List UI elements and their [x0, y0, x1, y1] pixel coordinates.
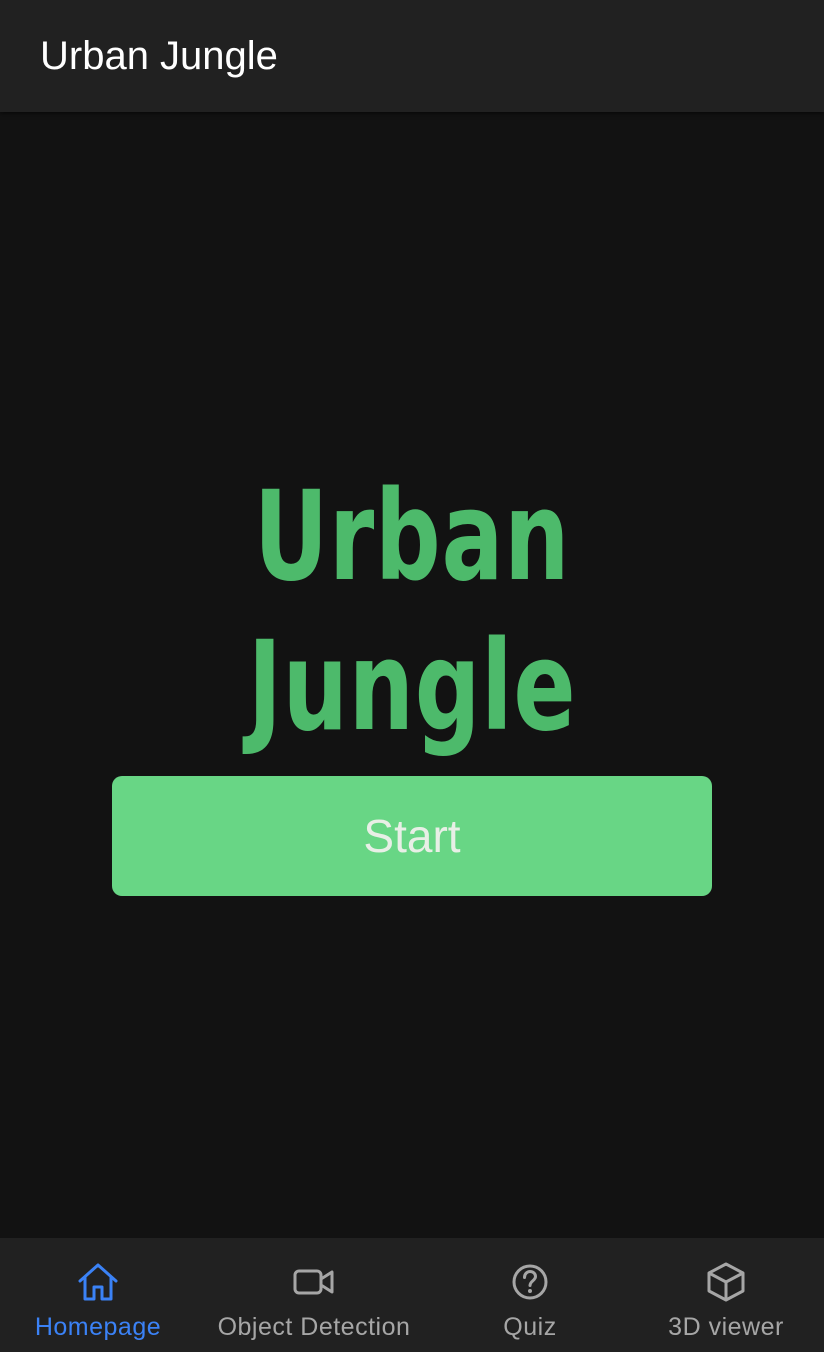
- nav-item-quiz[interactable]: Quiz: [432, 1238, 628, 1352]
- nav-label-3d-viewer: 3D viewer: [668, 1313, 784, 1341]
- app-bar-title: Urban Jungle: [40, 34, 278, 78]
- video-camera-icon: [293, 1269, 334, 1295]
- nav-label-homepage: Homepage: [34, 1313, 162, 1341]
- nav-item-object-detection[interactable]: Object Detection: [196, 1238, 432, 1352]
- app-screen: Urban Jungle Urban Jungle Start Homepage…: [0, 0, 824, 1352]
- start-button[interactable]: Start: [112, 776, 712, 896]
- app-bar: Urban Jungle: [0, 0, 824, 112]
- home-icon: [78, 1263, 118, 1301]
- bottom-navigation: Homepage Object Detection Quiz 3D viewer: [0, 1238, 824, 1352]
- nav-item-homepage[interactable]: Homepage: [0, 1238, 196, 1352]
- cube-icon: [707, 1262, 745, 1302]
- start-button-label: Start: [363, 810, 461, 862]
- nav-item-3d-viewer[interactable]: 3D viewer: [628, 1238, 824, 1352]
- question-circle-icon: [512, 1264, 548, 1300]
- nav-label-quiz: Quiz: [503, 1313, 557, 1341]
- nav-label-object-detection: Object Detection: [217, 1313, 411, 1341]
- hero-title: Urban Jungle: [247, 465, 577, 759]
